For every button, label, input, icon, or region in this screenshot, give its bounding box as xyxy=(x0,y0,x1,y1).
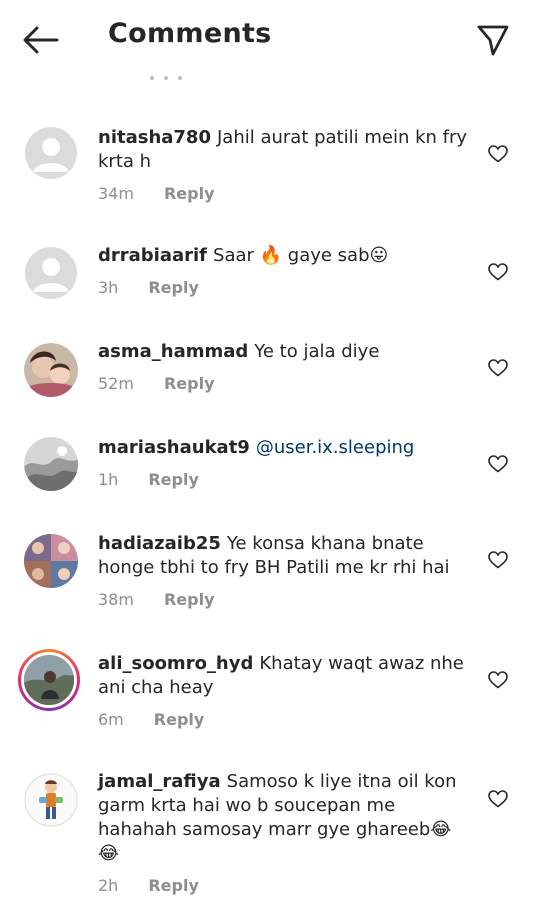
comment-time: 52m xyxy=(98,374,134,393)
heart-icon xyxy=(488,455,508,473)
like-button[interactable] xyxy=(486,142,510,166)
like-button[interactable] xyxy=(486,260,510,284)
comment-username[interactable]: mariashaukat9 xyxy=(98,437,250,458)
comment-time: 6m xyxy=(98,710,124,729)
reply-button[interactable]: Reply xyxy=(148,468,199,492)
reply-button[interactable]: Reply xyxy=(148,276,199,300)
reply-button[interactable]: Reply xyxy=(164,588,215,612)
comment-text: Saar xyxy=(213,245,260,266)
profile-photo-icon xyxy=(24,655,74,705)
comment-username[interactable]: jamal_rafiya xyxy=(98,771,221,792)
comment-username[interactable]: nitasha780 xyxy=(98,127,211,148)
story-avatar[interactable] xyxy=(18,649,80,711)
comment-username[interactable]: ali_soomro_hyd xyxy=(98,653,253,674)
comment-username[interactable]: hadiazaib25 xyxy=(98,533,221,554)
comment-time: 38m xyxy=(98,590,134,609)
comment-body: hadiazaib25 Ye konsa khana bnate honge tb… xyxy=(98,532,478,612)
heart-icon xyxy=(488,263,508,281)
avatar[interactable] xyxy=(24,773,78,827)
like-button[interactable] xyxy=(486,452,510,476)
comment-text: Ye to jala diye xyxy=(254,341,380,362)
comment-time: 3h xyxy=(98,278,119,297)
avatar[interactable] xyxy=(24,437,78,491)
reply-button[interactable]: Reply xyxy=(154,708,205,732)
like-button[interactable] xyxy=(486,787,510,811)
heart-icon xyxy=(488,145,508,163)
default-avatar-icon xyxy=(25,247,77,299)
tongue-emoji: 😛 xyxy=(369,245,389,266)
comment-username[interactable]: drrabiaarif xyxy=(98,245,207,266)
comment-body: ali_soomro_hyd Khatay waqt awaz nhe ani c… xyxy=(98,652,478,732)
like-button[interactable] xyxy=(486,356,510,380)
profile-photo-icon xyxy=(24,534,78,588)
mention-link[interactable]: @user.ix.sleeping xyxy=(256,437,415,458)
heart-icon xyxy=(488,551,508,569)
reply-button[interactable]: Reply xyxy=(164,182,215,206)
default-avatar-icon xyxy=(25,127,77,179)
laughing-emoji: 😂 xyxy=(430,819,452,840)
avatar[interactable] xyxy=(24,534,78,588)
like-button[interactable] xyxy=(486,548,510,572)
comment-body: asma_hammad Ye to jala diye 52m Reply xyxy=(98,340,478,396)
comment-body: jamal_rafiya Samoso k liye itna oil kon g… xyxy=(98,770,478,898)
comment-body: nitasha780 Jahil aurat patili mein kn fry… xyxy=(98,126,478,206)
cartoon-avatar-icon xyxy=(24,773,78,827)
avatar[interactable] xyxy=(24,126,78,180)
like-button[interactable] xyxy=(486,668,510,692)
comment-list: nitasha780 Jahil aurat patili mein kn fry… xyxy=(0,0,540,922)
comment-time: 2h xyxy=(98,876,119,895)
reply-button[interactable]: Reply xyxy=(148,874,199,898)
avatar[interactable] xyxy=(24,343,78,397)
comment-body: drrabiaarif Saar 🔥 gaye sab😛 3h Reply xyxy=(98,244,478,300)
reply-button[interactable]: Reply xyxy=(164,372,215,396)
comment-time: 34m xyxy=(98,184,134,203)
avatar[interactable] xyxy=(24,246,78,300)
comment-time: 1h xyxy=(98,470,119,489)
comment-text: gaye sab xyxy=(282,245,370,266)
laughing-emoji: 😂 xyxy=(98,843,120,864)
heart-icon xyxy=(488,359,508,377)
comment-username[interactable]: asma_hammad xyxy=(98,341,248,362)
comment-body: mariashaukat9 @user.ix.sleeping 1h Reply xyxy=(98,436,478,492)
heart-icon xyxy=(488,790,508,808)
profile-photo-icon xyxy=(24,437,78,491)
fire-emoji: 🔥 xyxy=(259,245,283,266)
profile-photo-icon xyxy=(24,343,78,397)
heart-icon xyxy=(488,671,508,689)
